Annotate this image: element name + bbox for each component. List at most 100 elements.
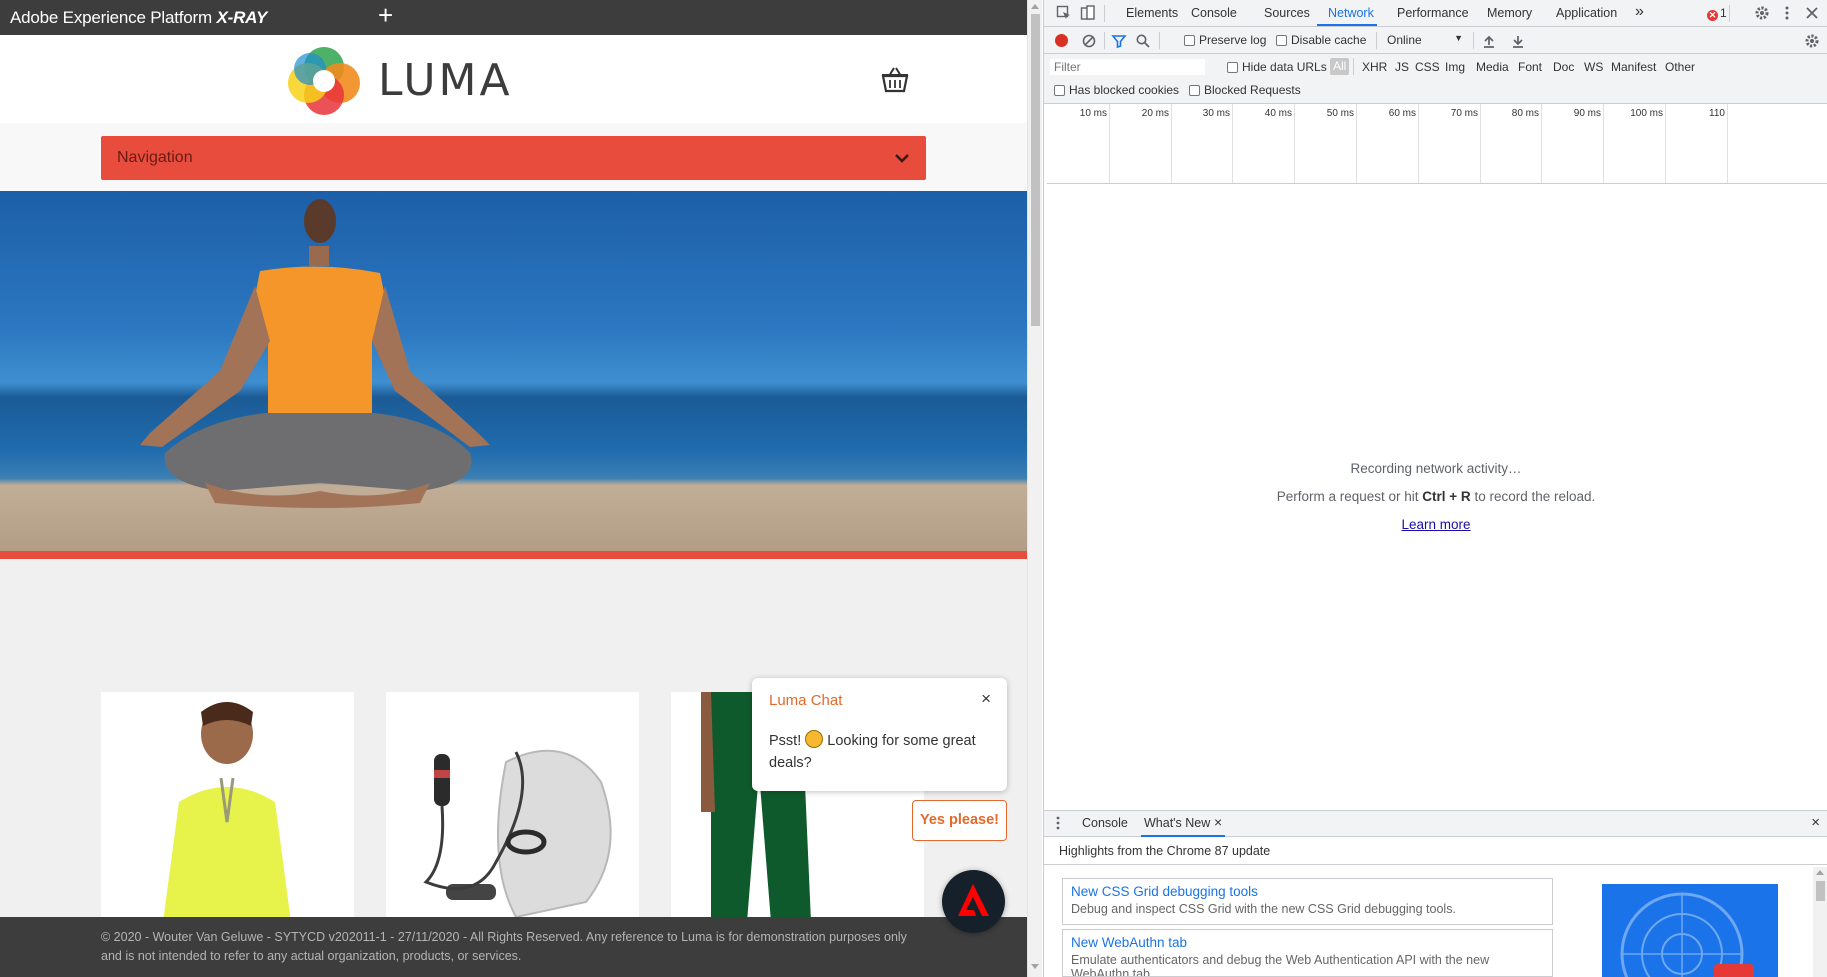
device-toolbar-icon[interactable] [1080, 5, 1096, 21]
timeline-gridline [1480, 104, 1481, 183]
card-title: New CSS Grid debugging tools [1071, 884, 1258, 899]
footer-copyright: © 2020 - Wouter Van Geluwe - SYTYCD v202… [101, 930, 907, 963]
filter-type-doc[interactable]: Doc [1553, 60, 1574, 74]
close-devtools-icon[interactable] [1804, 5, 1820, 21]
chat-close-icon[interactable]: × [981, 689, 991, 709]
navigation-toggle[interactable]: Navigation [101, 136, 926, 180]
filter-type-manifest[interactable]: Manifest [1611, 60, 1656, 74]
whats-new-card[interactable]: New WebAuthn tab Emulate authenticators … [1062, 929, 1553, 977]
drawer-tab-console[interactable]: Console [1082, 816, 1128, 830]
checkbox-box[interactable] [1189, 85, 1200, 96]
checkbox-box[interactable] [1227, 62, 1238, 73]
disable-cache-label: Disable cache [1291, 33, 1367, 47]
timeline-tick-label: 10 ms [1079, 108, 1107, 119]
learn-more-link[interactable]: Learn more [1044, 517, 1827, 532]
network-settings-gear-icon[interactable] [1804, 33, 1820, 49]
has-blocked-cookies-checkbox[interactable]: Has blocked cookies [1054, 83, 1179, 97]
search-icon[interactable] [1135, 33, 1151, 49]
tab-network[interactable]: Network [1328, 6, 1374, 20]
toolbar-divider [1473, 32, 1474, 49]
scrollbar-thumb[interactable] [1031, 14, 1040, 326]
xray-title-brand: X-RAY [216, 8, 268, 27]
winking-face-emoji-icon [805, 730, 824, 748]
chat-yes-please-button[interactable]: Yes please! [912, 800, 1007, 841]
filter-input[interactable] [1050, 59, 1205, 75]
timeline-tick-label: 60 ms [1388, 108, 1416, 119]
tab-memory[interactable]: Memory [1487, 6, 1532, 20]
kebab-menu-icon[interactable] [1779, 5, 1795, 21]
navigation-label: Navigation [117, 149, 193, 166]
website-scrollbar[interactable] [1027, 0, 1042, 977]
close-drawer-icon[interactable]: × [1811, 814, 1820, 831]
checkbox-box[interactable] [1276, 35, 1287, 46]
filter-type-font[interactable]: Font [1518, 60, 1542, 74]
drawer-tab-bar: Console What's New × × [1044, 810, 1827, 837]
throttling-select[interactable]: Online ▼ [1387, 33, 1463, 47]
filter-type-ws[interactable]: WS [1584, 60, 1603, 74]
gear-icon[interactable] [1754, 5, 1770, 21]
tab-elements[interactable]: Elements [1126, 6, 1178, 20]
whats-new-card[interactable]: New CSS Grid debugging tools Debug and i… [1062, 878, 1553, 925]
disable-cache-checkbox[interactable]: Disable cache [1276, 33, 1366, 47]
timeline-gridline [1232, 104, 1233, 183]
scroll-up-arrow-icon[interactable] [1031, 4, 1039, 9]
hide-data-urls-checkbox[interactable]: Hide data URLs [1227, 60, 1327, 74]
filter-icon[interactable] [1111, 33, 1127, 49]
recording-message: Recording network activity… [1350, 461, 1522, 476]
preserve-log-checkbox[interactable]: Preserve log [1184, 33, 1266, 47]
chat-title: Luma Chat [769, 692, 843, 709]
shopping-basket-icon[interactable] [880, 65, 910, 95]
error-count-badge[interactable]: ✕ 1 [1707, 6, 1727, 21]
throttling-value: Online [1387, 33, 1422, 47]
chat-message: Psst! Looking for some great deals? [769, 730, 984, 774]
drawer-tab-whats-new[interactable]: What's New [1144, 816, 1210, 830]
tab-performance[interactable]: Performance [1397, 6, 1469, 20]
xray-top-bar: Adobe Experience Platform X-RAY + [0, 0, 1027, 35]
filter-type-media[interactable]: Media [1476, 60, 1509, 74]
filter-type-xhr[interactable]: XHR [1362, 60, 1387, 74]
filter-type-js[interactable]: JS [1395, 60, 1409, 74]
chat-launcher-button[interactable] [942, 870, 1005, 933]
whats-new-illustration [1602, 884, 1778, 977]
tab-console[interactable]: Console [1191, 6, 1237, 20]
timeline-tick-label: 30 ms [1202, 108, 1230, 119]
scrollbar-thumb[interactable] [1816, 881, 1825, 901]
filter-type-other[interactable]: Other [1665, 60, 1695, 74]
reload-hint-end: to record the reload. [1474, 489, 1596, 504]
timeline-gridline [1541, 104, 1542, 183]
timeline-gridline [1603, 104, 1604, 183]
card-description: Debug and inspect CSS Grid with the new … [1071, 902, 1456, 916]
hero-banner[interactable] [0, 191, 1027, 559]
inspect-element-icon[interactable] [1056, 5, 1072, 21]
tab-application[interactable]: Application [1556, 6, 1617, 20]
clear-icon[interactable] [1081, 33, 1097, 49]
scroll-up-arrow-icon[interactable] [1816, 870, 1824, 875]
filter-type-all[interactable]: All [1330, 58, 1350, 75]
checkbox-box[interactable] [1184, 35, 1195, 46]
timeline-tick-label: 50 ms [1326, 108, 1354, 119]
drawer-menu-icon[interactable] [1050, 815, 1066, 831]
toolbar-divider [1159, 32, 1160, 49]
luma-logo-icon[interactable] [288, 45, 360, 115]
record-button[interactable] [1055, 34, 1068, 47]
product-card-jump-ropes[interactable] [386, 692, 639, 922]
timeline-tick-label: 70 ms [1450, 108, 1478, 119]
drawer-scrollbar[interactable] [1813, 867, 1827, 977]
filter-type-css[interactable]: CSS [1415, 60, 1440, 74]
plus-icon[interactable]: + [378, 2, 393, 28]
timeline-gridline [1356, 104, 1357, 183]
scroll-down-arrow-icon[interactable] [1031, 964, 1039, 969]
network-overview-timeline[interactable]: 10 ms 20 ms 30 ms 40 ms 50 ms 60 ms 70 ms 80 ms… [1047, 104, 1827, 184]
product-card-yellow-pullover[interactable] [101, 692, 354, 922]
xray-title: Adobe Experience Platform X-RAY [10, 8, 267, 28]
export-har-icon[interactable] [1510, 33, 1526, 49]
reload-hint: Perform a request or hit Ctrl + R to rec… [1044, 489, 1827, 504]
more-tabs-icon[interactable]: » [1635, 3, 1644, 21]
tab-sources[interactable]: Sources [1264, 6, 1310, 20]
blocked-requests-checkbox[interactable]: Blocked Requests [1189, 83, 1301, 97]
import-har-icon[interactable] [1481, 33, 1497, 49]
checkbox-box[interactable] [1054, 85, 1065, 96]
close-tab-icon[interactable]: × [1214, 814, 1222, 830]
site-footer: © 2020 - Wouter Van Geluwe - SYTYCD v202… [0, 917, 1027, 977]
filter-type-img[interactable]: Img [1445, 60, 1465, 74]
